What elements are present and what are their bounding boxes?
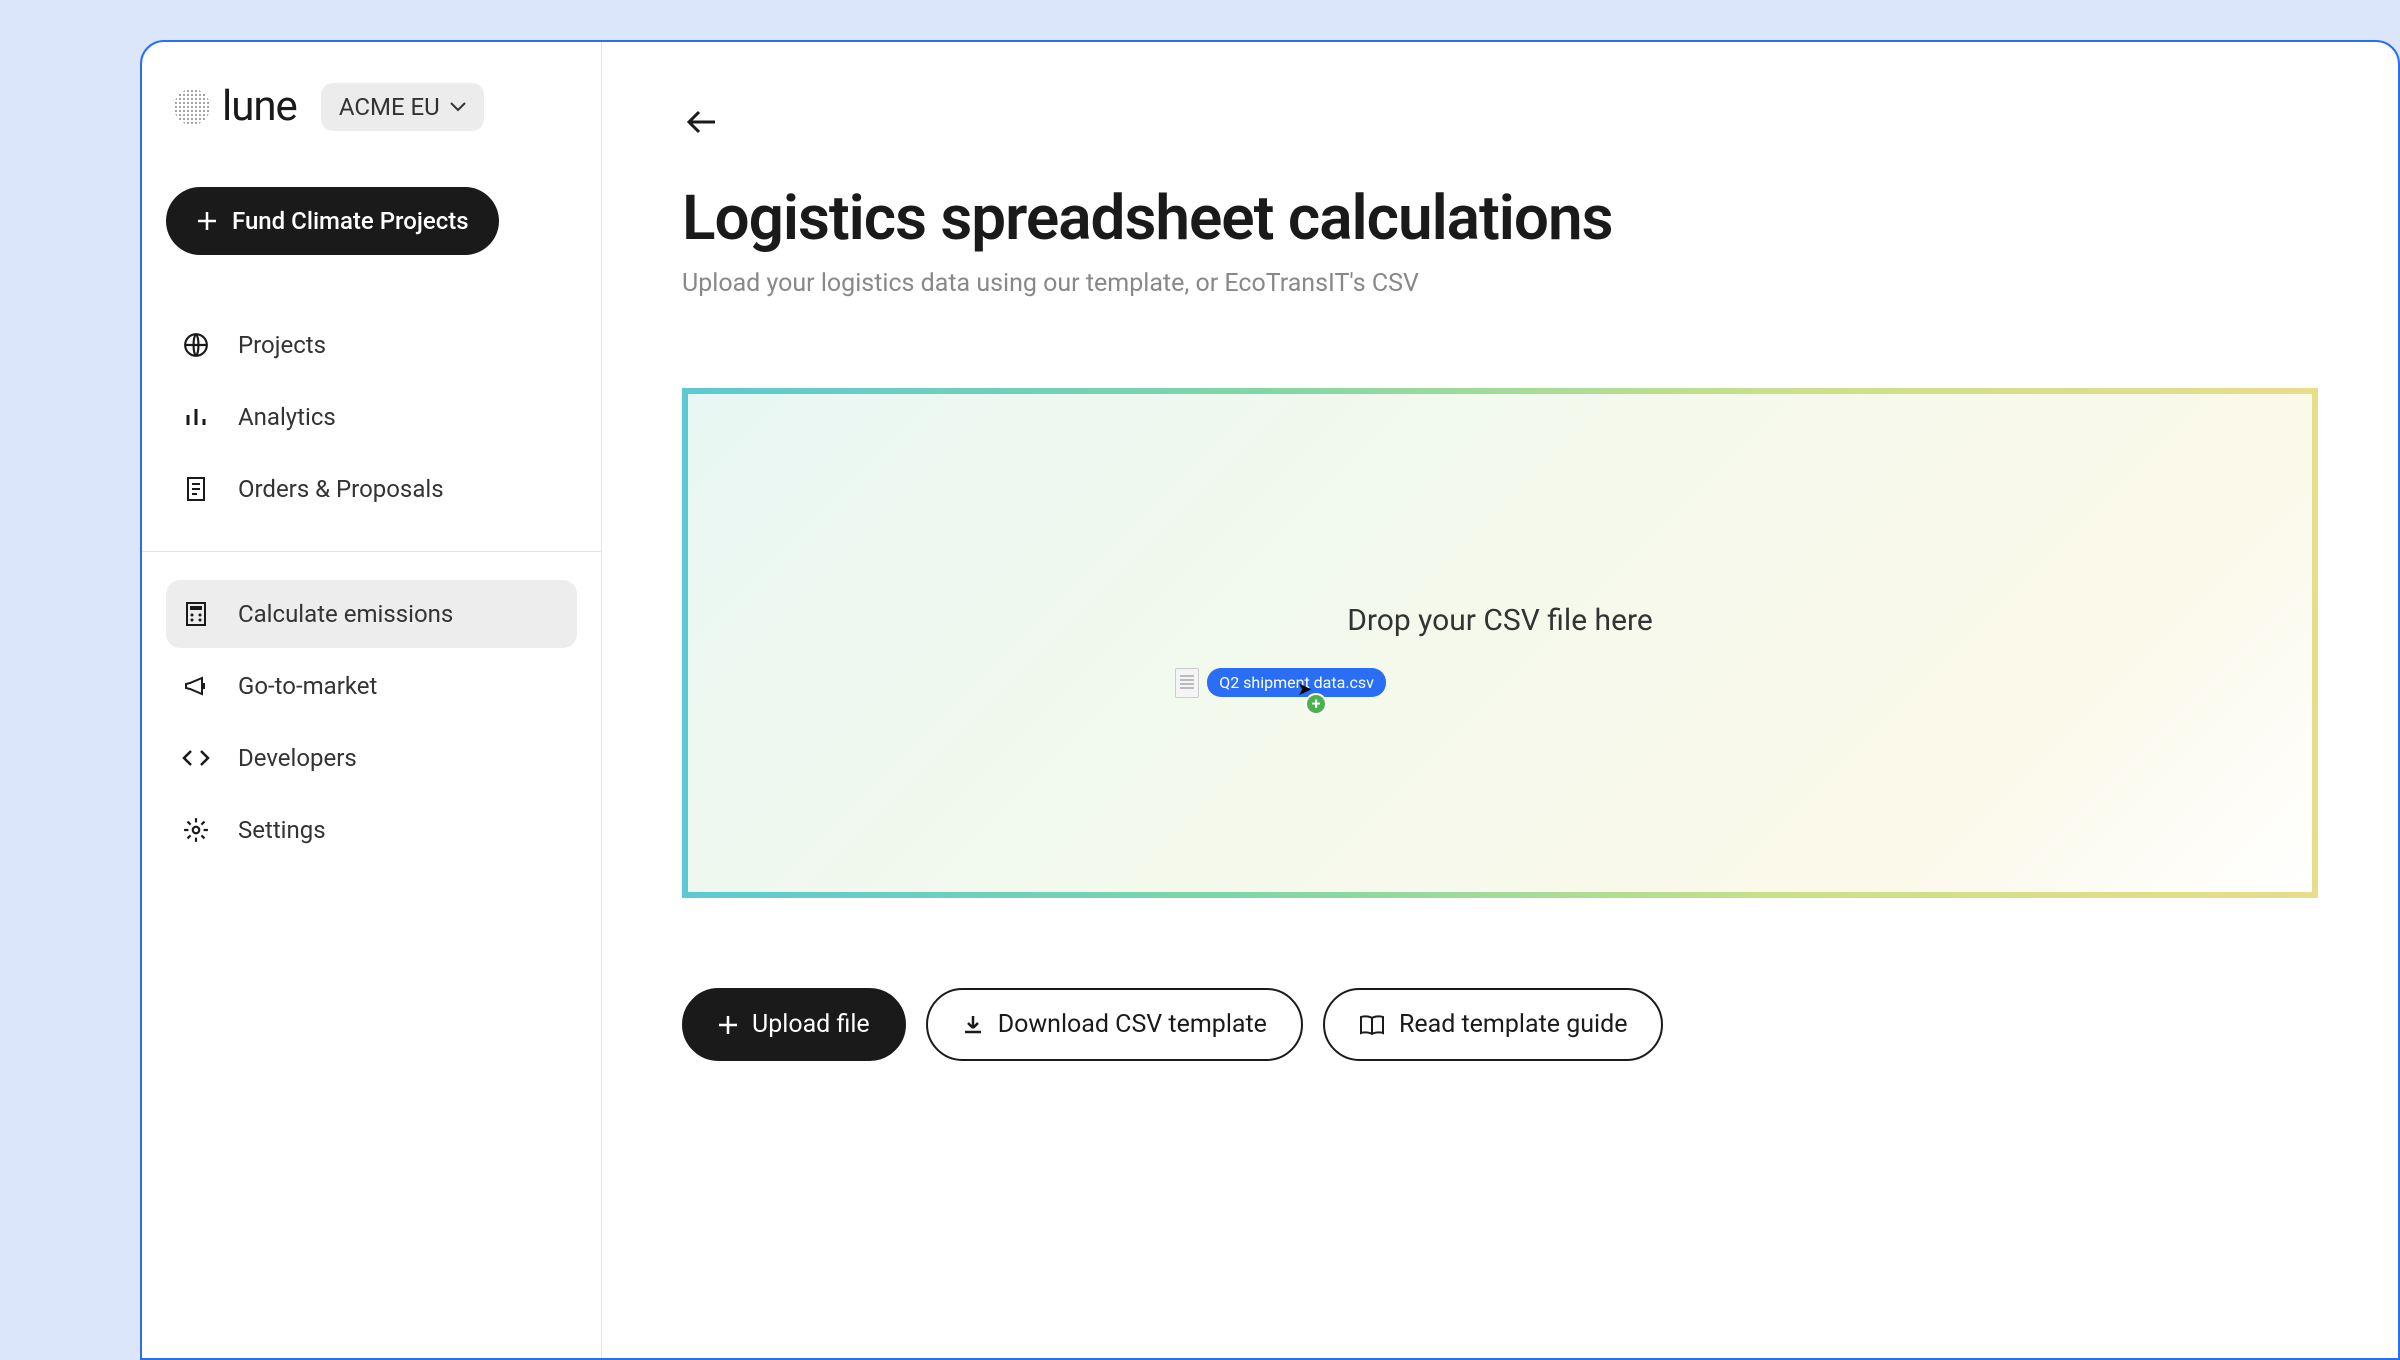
- org-label: ACME EU: [339, 93, 440, 121]
- back-button[interactable]: [682, 102, 722, 142]
- button-label: Read template guide: [1399, 1010, 1628, 1039]
- nav-primary: Projects Analytics Orders & Proposals: [166, 311, 577, 523]
- dragged-file-chip: Q2 shipment data.csv: [1175, 668, 1386, 698]
- plus-icon: [718, 1015, 738, 1035]
- cursor-arrow-icon: ➤: [1297, 679, 1312, 700]
- nav-label: Orders & Proposals: [238, 475, 444, 503]
- nav-analytics[interactable]: Analytics: [166, 383, 577, 451]
- chevron-down-icon: [450, 102, 466, 112]
- org-selector[interactable]: ACME EU: [321, 83, 484, 131]
- nav-label: Projects: [238, 331, 326, 359]
- sidebar-header: lune ACME EU: [166, 82, 577, 131]
- drag-cursor: ➤ +: [1305, 693, 1327, 715]
- nav-divider: [142, 551, 601, 552]
- plus-icon: [196, 210, 218, 232]
- file-icon: [1175, 668, 1199, 698]
- nav-go-to-market[interactable]: Go-to-market: [166, 652, 577, 720]
- fund-climate-button[interactable]: Fund Climate Projects: [166, 187, 499, 255]
- download-template-button[interactable]: Download CSV template: [926, 988, 1303, 1061]
- button-label: Upload file: [752, 1010, 870, 1039]
- nav-orders[interactable]: Orders & Proposals: [166, 455, 577, 523]
- bar-chart-icon: [182, 403, 210, 431]
- nav-calculate-emissions[interactable]: Calculate emissions: [166, 580, 577, 648]
- page-title: Logistics spreadsheet calculations: [682, 182, 2318, 255]
- globe-icon: [182, 331, 210, 359]
- nav-settings[interactable]: Settings: [166, 796, 577, 864]
- csv-dropzone[interactable]: Drop your CSV file here Q2 shipment data…: [682, 388, 2318, 898]
- app-window: lune ACME EU Fund Climate Projects Proje…: [140, 40, 2400, 1360]
- dropzone-prompt: Drop your CSV file here: [1347, 603, 1653, 638]
- page-subtitle: Upload your logistics data using our tem…: [682, 269, 2318, 298]
- nav-label: Go-to-market: [238, 672, 377, 700]
- nav-developers[interactable]: Developers: [166, 724, 577, 792]
- nav-secondary: Calculate emissions Go-to-market Develop…: [166, 580, 577, 864]
- logo-icon: [174, 89, 210, 125]
- megaphone-icon: [182, 672, 210, 700]
- main-content: Logistics spreadsheet calculations Uploa…: [602, 42, 2398, 1358]
- gear-icon: [182, 816, 210, 844]
- download-icon: [962, 1014, 984, 1036]
- nav-label: Analytics: [238, 403, 336, 431]
- nav-label: Developers: [238, 744, 357, 772]
- button-label: Download CSV template: [998, 1010, 1267, 1039]
- brand-logo[interactable]: lune: [174, 82, 297, 131]
- nav-label: Settings: [238, 816, 326, 844]
- arrow-left-icon: [687, 110, 717, 134]
- read-guide-button[interactable]: Read template guide: [1323, 988, 1664, 1061]
- receipt-icon: [182, 475, 210, 503]
- code-icon: [182, 744, 210, 772]
- sidebar: lune ACME EU Fund Climate Projects Proje…: [142, 42, 602, 1358]
- book-icon: [1359, 1014, 1385, 1036]
- nav-label: Calculate emissions: [238, 600, 453, 628]
- fund-label: Fund Climate Projects: [232, 207, 469, 235]
- calculator-icon: [182, 600, 210, 628]
- brand-name: lune: [222, 82, 297, 131]
- upload-file-button[interactable]: Upload file: [682, 988, 906, 1061]
- nav-projects[interactable]: Projects: [166, 311, 577, 379]
- action-bar: Upload file Download CSV template Read t…: [682, 988, 2318, 1061]
